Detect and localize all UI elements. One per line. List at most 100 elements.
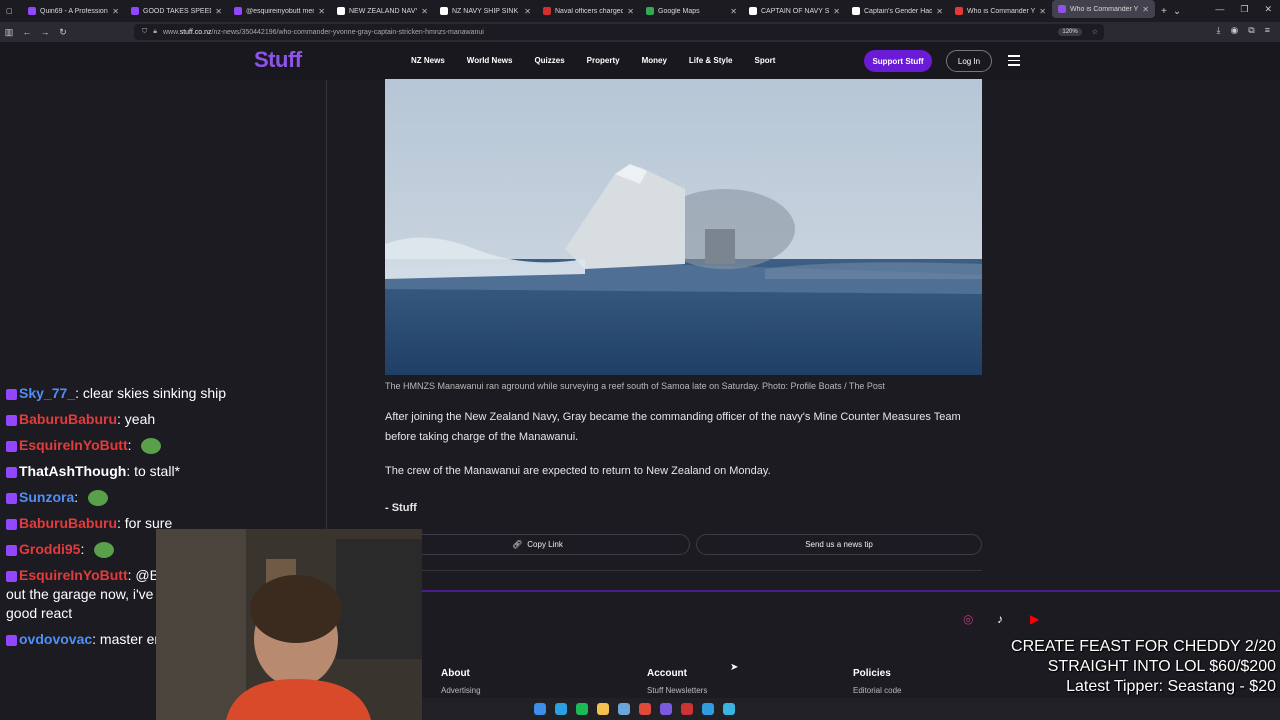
taskbar-app-icon[interactable] bbox=[597, 703, 609, 715]
chat-username[interactable]: ovdovovac bbox=[19, 631, 92, 647]
taskbar-app-icon[interactable] bbox=[618, 703, 630, 715]
taskbar-app-icon[interactable] bbox=[576, 703, 588, 715]
sidebar-icon[interactable]: ▥ bbox=[0, 27, 18, 38]
footer-link-newsletters[interactable]: Stuff Newsletters bbox=[647, 686, 707, 695]
stuff-logo[interactable]: Stuff bbox=[254, 47, 302, 73]
downloads-icon[interactable]: ⤓ bbox=[1216, 25, 1220, 36]
tab-overview-icon[interactable]: ▢ bbox=[0, 0, 22, 22]
footer-divider bbox=[420, 590, 1280, 592]
tab-title: @esquireinyobutt menti bbox=[246, 7, 315, 15]
back-button[interactable]: ← bbox=[18, 27, 36, 37]
taskbar-app-icon[interactable] bbox=[534, 703, 546, 715]
browser-tab[interactable]: Naval officers charged over✕ bbox=[537, 0, 640, 22]
browser-tab[interactable]: NEW ZEALAND NAVY VESS ✕ bbox=[331, 0, 434, 22]
close-tab-icon[interactable]: ✕ bbox=[421, 7, 428, 16]
nav-item[interactable]: Property bbox=[576, 56, 631, 65]
chat-text: to stall* bbox=[134, 463, 181, 479]
nav-item[interactable]: NZ News bbox=[400, 56, 456, 65]
taskbar-app-icon[interactable] bbox=[681, 703, 693, 715]
bookmark-star-icon[interactable]: ☆ bbox=[1092, 28, 1098, 36]
nav-item[interactable]: Money bbox=[631, 56, 678, 65]
news-tip-label: Send us a news tip bbox=[805, 540, 873, 549]
subscriber-badge-icon bbox=[6, 388, 17, 400]
taskbar-app-icon[interactable] bbox=[702, 703, 714, 715]
support-button[interactable]: Support Stuff bbox=[864, 50, 932, 72]
divider bbox=[326, 80, 327, 530]
browser-tab[interactable]: Quin69 - A Professional Ga ✕ bbox=[22, 0, 125, 22]
extensions-icon[interactable]: ⧉ bbox=[1248, 25, 1254, 36]
nav-item[interactable]: Sport bbox=[744, 56, 787, 65]
chat-emote-icon bbox=[141, 438, 162, 455]
close-tab-icon[interactable]: ✕ bbox=[936, 7, 943, 16]
taskbar-app-icon[interactable] bbox=[660, 703, 672, 715]
chat-username[interactable]: BaburuBaburu bbox=[19, 411, 117, 427]
restore-button[interactable]: ❐ bbox=[1240, 4, 1248, 15]
chat-username[interactable]: Sunzora bbox=[19, 489, 74, 505]
tab-title: GOOD TAKES SPEEDRUN - ( bbox=[143, 7, 211, 15]
tab-title: NEW ZEALAND NAVY VESS bbox=[349, 7, 417, 15]
taskbar-app-icon[interactable] bbox=[723, 703, 735, 715]
reload-button[interactable]: ↻ bbox=[54, 27, 72, 38]
youtube-icon[interactable]: ▶ bbox=[1030, 612, 1039, 626]
chat-separator: : bbox=[117, 411, 125, 427]
subscriber-badge-icon bbox=[6, 414, 17, 426]
close-tab-icon[interactable]: ✕ bbox=[215, 7, 222, 16]
taskbar-app-icon[interactable] bbox=[639, 703, 651, 715]
close-tab-icon[interactable]: ✕ bbox=[1142, 5, 1149, 14]
tab-favicon-icon bbox=[543, 7, 551, 15]
tab-list-chevron-icon[interactable]: ⌄ bbox=[1173, 6, 1181, 17]
news-tip-button[interactable]: Send us a news tip bbox=[696, 534, 982, 555]
footer-link-advertising[interactable]: Advertising bbox=[441, 686, 481, 695]
browser-tab[interactable]: Google Maps ✕ bbox=[640, 0, 743, 22]
close-tab-icon[interactable]: ✕ bbox=[524, 7, 531, 16]
chat-username[interactable]: ThatAshThough bbox=[19, 463, 126, 479]
browser-tab[interactable]: CAPTAIN OF NAVY SHIP NZ✕ bbox=[743, 0, 846, 22]
browser-tab[interactable]: GOOD TAKES SPEEDRUN - ( ✕ bbox=[125, 0, 228, 22]
close-tab-icon[interactable]: ✕ bbox=[112, 7, 119, 16]
close-tab-icon[interactable]: ✕ bbox=[627, 7, 634, 16]
ticker-line: Latest Tipper: Seastang - $20 bbox=[1066, 678, 1276, 695]
nav-item[interactable]: Quizzes bbox=[523, 56, 575, 65]
browser-tab[interactable]: @esquireinyobutt menti ✕ bbox=[228, 0, 331, 22]
hamburger-menu-icon[interactable] bbox=[1008, 55, 1020, 69]
nav-item[interactable]: Life & Style bbox=[678, 56, 744, 65]
article-paragraph: The crew of the Manawanui are expected t… bbox=[385, 465, 771, 477]
tab-favicon-icon bbox=[955, 7, 963, 15]
instagram-icon[interactable]: ◎ bbox=[963, 612, 973, 626]
new-tab-button[interactable]: + bbox=[1161, 6, 1167, 17]
browser-tab[interactable]: Who is Commander Yvonne ✕ bbox=[949, 0, 1052, 22]
footer-heading-policies: Policies bbox=[853, 668, 891, 679]
close-tab-icon[interactable]: ✕ bbox=[318, 7, 325, 16]
subscriber-badge-icon bbox=[6, 440, 17, 452]
chat-username[interactable]: EsquireInYoButt bbox=[19, 437, 128, 453]
footer-link-editorial-code[interactable]: Editorial code bbox=[853, 686, 901, 695]
chat-message: ThatAshThough: to stall* bbox=[6, 462, 306, 481]
account-icon[interactable]: ◉ bbox=[1230, 25, 1238, 36]
taskbar-app-icon[interactable] bbox=[555, 703, 567, 715]
chat-username[interactable]: Sky_77_ bbox=[19, 385, 75, 401]
chat-username[interactable]: Groddi95 bbox=[19, 541, 80, 557]
close-tab-icon[interactable]: ✕ bbox=[1039, 7, 1046, 16]
url-bar[interactable]: ⛉ 🔒︎ www.stuff.co.nz/nz-news/350442196/w… bbox=[134, 24, 1104, 40]
tab-title: Google Maps bbox=[658, 7, 700, 15]
close-tab-icon[interactable]: ✕ bbox=[833, 7, 840, 16]
forward-button[interactable]: → bbox=[36, 27, 54, 37]
taskbar bbox=[422, 698, 1280, 720]
tab-title: Who is Commander Yvonne bbox=[967, 7, 1035, 15]
close-tab-icon[interactable]: ✕ bbox=[730, 7, 737, 16]
menu-icon[interactable]: ≡ bbox=[1265, 25, 1270, 36]
login-button[interactable]: Log In bbox=[946, 50, 992, 72]
browser-tab[interactable]: NZ NAVY SHIP SINK WHY - ✕ bbox=[434, 0, 537, 22]
nav-item[interactable]: World News bbox=[456, 56, 524, 65]
close-window-button[interactable]: ✕ bbox=[1264, 4, 1272, 15]
chat-username[interactable]: BaburuBaburu bbox=[19, 515, 117, 531]
browser-tab[interactable]: Who is Commander Yvonn ✕ bbox=[1052, 0, 1155, 18]
tiktok-icon[interactable]: ♪ bbox=[997, 612, 1003, 626]
tab-title: Who is Commander Yvonn bbox=[1070, 5, 1138, 13]
zoom-badge[interactable]: 120% bbox=[1058, 28, 1082, 36]
browser-tab[interactable]: Captain's Gender Had Noth✕ bbox=[846, 0, 949, 22]
chat-username[interactable]: EsquireInYoButt bbox=[19, 567, 128, 583]
link-icon: 🔗︎ bbox=[512, 540, 523, 549]
minimize-button[interactable]: — bbox=[1215, 4, 1224, 15]
copy-link-button[interactable]: 🔗︎ Copy Link bbox=[385, 534, 690, 555]
